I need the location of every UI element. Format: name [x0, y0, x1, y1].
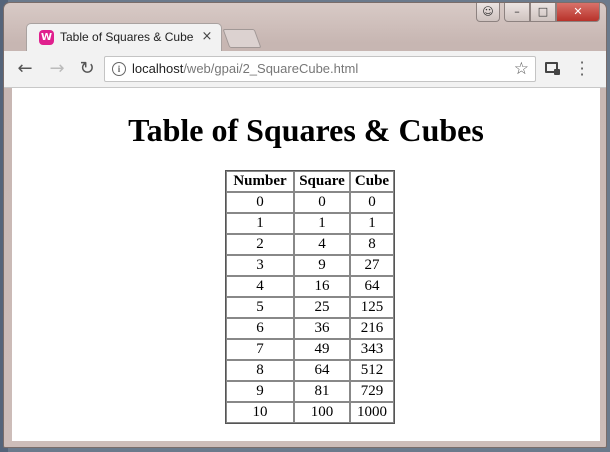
close-window-button[interactable]: ✕	[556, 3, 600, 22]
table-cell: 0	[226, 192, 294, 213]
table-header-row: Number Square Cube	[226, 171, 394, 192]
table-cell: 729	[350, 381, 394, 402]
table-cell: 64	[294, 360, 350, 381]
column-header: Square	[294, 171, 350, 192]
table-cell: 1	[294, 213, 350, 234]
cast-icon[interactable]	[545, 62, 560, 75]
table-cell: 64	[350, 276, 394, 297]
page-content: Table of Squares & Cubes Number Square C…	[12, 88, 600, 441]
table-row: 6 36 216	[226, 318, 394, 339]
minimize-button[interactable]: –	[504, 3, 530, 22]
table-cell: 1	[350, 213, 394, 234]
table-row: 4 16 64	[226, 276, 394, 297]
table-row: 248	[226, 234, 394, 255]
menu-icon[interactable]: · · ·	[579, 55, 585, 83]
browser-tab[interactable]: W Table of Squares & Cubes ×	[26, 23, 222, 51]
table-cell: 125	[350, 297, 394, 318]
table-cell: 49	[294, 339, 350, 360]
table-row: 9 81 729	[226, 381, 394, 402]
window-controls: ☺ – □ ✕	[476, 3, 600, 23]
user-profile-icon[interactable]: ☺	[476, 3, 500, 22]
table-row: 10 100 1000	[226, 402, 394, 423]
page-title: Table of Squares & Cubes	[128, 112, 484, 148]
table-cell: 8	[226, 360, 294, 381]
address-bar[interactable]: i localhost/web/gpai/2_SquareCube.html ☆	[104, 56, 536, 82]
table-cell: 4	[226, 276, 294, 297]
tab-title: Table of Squares & Cubes	[60, 30, 194, 44]
browser-toolbar: ← → ↻ i localhost/web/gpai/2_SquareCube.…	[4, 51, 606, 88]
new-tab-button[interactable]	[222, 29, 262, 48]
table-cell: 9	[294, 255, 350, 276]
table-row: 3 9 27	[226, 255, 394, 276]
browser-window: W Table of Squares & Cubes × ☺ – □ ✕ ← →…	[3, 2, 607, 448]
table-cell: 343	[350, 339, 394, 360]
table-cell: 27	[350, 255, 394, 276]
table-row: 7 49 343	[226, 339, 394, 360]
table-cell: 0	[350, 192, 394, 213]
table-cell: 9	[226, 381, 294, 402]
table-cell: 4	[294, 234, 350, 255]
table-row: 8 64 512	[226, 360, 394, 381]
table-cell: 81	[294, 381, 350, 402]
table-cell: 3	[226, 255, 294, 276]
table-cell: 16	[294, 276, 350, 297]
wamp-icon: W	[39, 30, 54, 45]
table-cell: 36	[294, 318, 350, 339]
title-bar: W Table of Squares & Cubes × ☺ – □ ✕	[4, 3, 606, 51]
back-arrow-icon[interactable]: ←	[14, 58, 36, 80]
table-cell: 2	[226, 234, 294, 255]
table-row: 111	[226, 213, 394, 234]
reload-icon[interactable]: ↻	[76, 58, 98, 80]
table-cell: 6	[226, 318, 294, 339]
table-cell: 5	[226, 297, 294, 318]
bookmark-star-icon[interactable]: ☆	[514, 59, 529, 79]
squares-cubes-table: Number Square Cube 0 0 0 1 1 1 2 4 8 3 9 27 4 16 64 5 25…	[225, 170, 395, 424]
url-text: localhost/web/gpai/2_SquareCube.html	[132, 61, 358, 76]
url-host: localhost	[132, 61, 184, 76]
table-cell: 1000	[350, 402, 394, 423]
tab-close-icon[interactable]: ×	[200, 29, 214, 45]
info-icon[interactable]: i	[112, 62, 126, 76]
column-header: Number	[226, 171, 294, 192]
url-path: /web/gpai/2_SquareCube.html	[183, 61, 359, 76]
table-cell: 512	[350, 360, 394, 381]
table-cell: 0	[294, 192, 350, 213]
table-row: 000	[226, 192, 394, 213]
table-cell: 1	[226, 213, 294, 234]
maximize-button[interactable]: □	[530, 3, 556, 22]
table-cell: 100	[294, 402, 350, 423]
table-cell: 216	[350, 318, 394, 339]
table-body: 0 0 0 1 1 1 2 4 8 3 9 27 4 16 64 5 25 125 6 36 216 7 49 343 8 64 5…	[226, 192, 394, 423]
table-cell: 10	[226, 402, 294, 423]
table-cell: 7	[226, 339, 294, 360]
table-row: 5 25 125	[226, 297, 394, 318]
column-header: Cube	[350, 171, 394, 192]
table-cell: 8	[350, 234, 394, 255]
table-cell: 25	[294, 297, 350, 318]
forward-arrow-icon[interactable]: →	[46, 58, 68, 80]
